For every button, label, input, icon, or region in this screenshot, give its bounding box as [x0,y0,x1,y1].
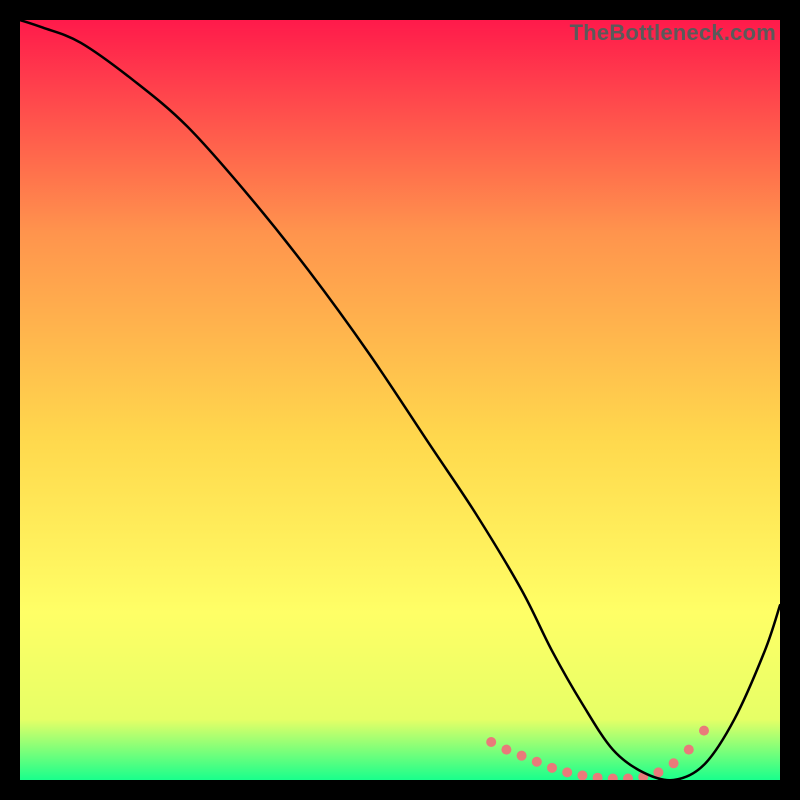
highlight-dot [532,757,542,767]
highlight-dot [669,758,679,768]
highlight-dot [684,745,694,755]
highlight-dot [562,767,572,777]
highlight-dot [547,763,557,773]
chart-frame: TheBottleneck.com [20,20,780,780]
watermark-text: TheBottleneck.com [570,20,776,46]
bottleneck-chart [20,20,780,780]
highlight-dot [577,770,587,780]
highlight-dot [501,745,511,755]
highlight-dot [486,737,496,747]
highlight-dot [653,767,663,777]
highlight-dot [699,726,709,736]
highlight-dot [517,751,527,761]
